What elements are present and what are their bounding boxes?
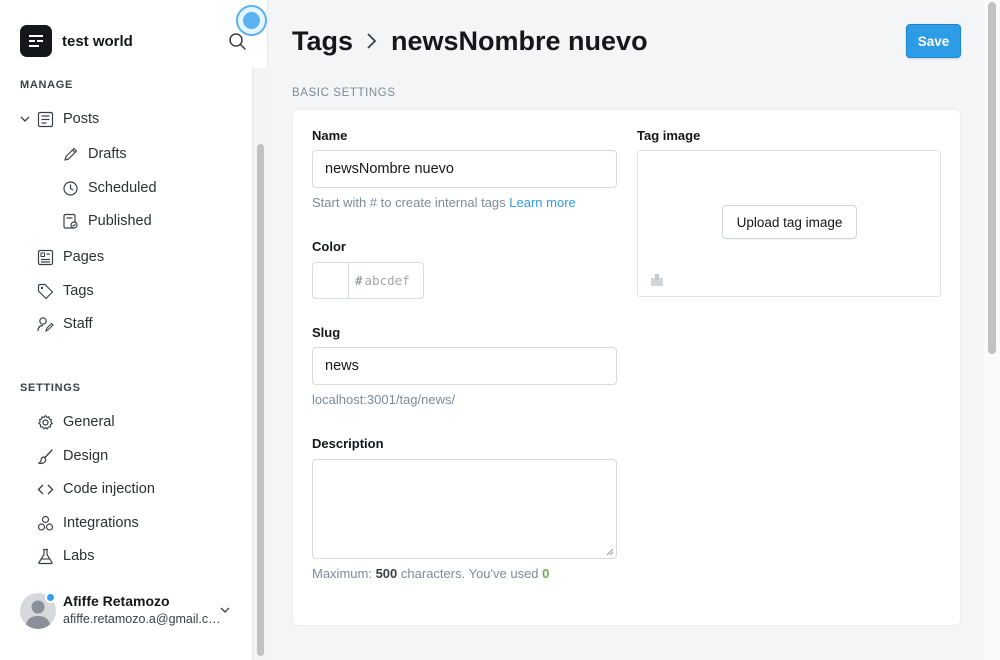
desc-used-count: 0 [542,566,550,581]
sidebar-item-code-injection[interactable]: Code injection [37,478,155,500]
breadcrumb-tags-link[interactable]: Tags [292,26,353,57]
sidebar-item-label: Design [63,448,109,464]
code-icon [37,484,54,494]
user-name: Afiffe Retamozo [63,593,170,609]
sidebar-item-labs[interactable]: Labs [37,545,94,567]
staff-icon [37,316,54,332]
name-hint-text: Start with # to create internal tags [312,195,506,210]
pages-icon [37,249,54,265]
sidebar-item-label: Code injection [63,481,155,497]
name-label: Name [312,128,348,143]
sidebar-item-label: Published [88,213,152,229]
sidebar-item-pages[interactable]: Pages [37,246,104,268]
chevron-down-icon[interactable] [219,604,231,616]
sidebar-item-scheduled[interactable]: Scheduled [62,177,157,199]
sidebar-item-label: Tags [63,283,94,299]
main-scrollbar[interactable] [984,0,1000,660]
tag-image-uploader[interactable]: Upload tag image [637,150,941,297]
page-title: newsNombre nuevo [391,25,648,56]
brush-icon [37,448,53,464]
status-dot [45,592,56,603]
desc-max: 500 [375,566,398,581]
notification-pulse [236,5,267,36]
pencil-icon [64,147,78,161]
chevron-down-icon[interactable] [19,113,31,125]
sidebar-scrollbar-thumb[interactable] [257,144,264,656]
user-menu[interactable]: Afiffe Retamozo afiffe.retamozo.a@gmail.… [20,590,240,630]
upload-tag-image-button[interactable]: Upload tag image [722,205,857,239]
chevron-right-icon [365,32,379,50]
sidebar-item-staff[interactable]: Staff [37,313,93,335]
description-label: Description [312,436,384,451]
sidebar: test world MANAGE Posts Drafts Scheduled… [0,0,268,660]
section-title: BASIC SETTINGS [292,87,396,99]
name-input-value: newsNombre nuevo [325,161,454,177]
desc-hint-mid: characters. You've used [400,566,539,581]
published-icon [63,213,78,229]
sidebar-item-integrations[interactable]: Integrations [37,512,139,534]
sidebar-item-general[interactable]: General [37,411,115,433]
sidebar-item-label: Pages [63,249,105,265]
sidebar-item-published[interactable]: Published [62,210,152,232]
clock-icon [63,180,78,196]
sidebar-item-label: Labs [63,548,95,564]
learn-more-link[interactable]: Learn more [509,195,575,210]
slug-url: localhost:3001/tag/news/ [312,392,456,407]
integrations-icon [37,515,54,531]
sidebar-item-label: Posts [63,111,100,127]
desc-hint-prefix: Maximum: [312,566,372,581]
breadcrumb: Tags newsNombre nuevo [292,24,648,58]
site-name: test world [62,32,133,50]
name-input[interactable]: newsNombre nuevo [312,150,617,188]
sidebar-item-label: Drafts [88,146,127,162]
description-hint: Maximum: 500 characters. You've used 0 [312,566,549,581]
color-hash: # [355,273,363,288]
settings-section-title: SETTINGS [20,382,81,394]
tag-icon [37,283,54,299]
site-logo-icon [20,25,52,57]
sidebar-item-label: General [63,414,115,430]
flask-icon [38,548,53,564]
slug-input[interactable]: news [312,347,617,385]
color-placeholder: abcdef [364,273,410,288]
sidebar-item-tags[interactable]: Tags [37,280,94,302]
search-icon[interactable] [228,32,248,52]
manage-section-title: MANAGE [20,79,74,91]
sidebar-item-label: Integrations [63,515,139,531]
color-input[interactable]: # abcdef [349,263,423,298]
sidebar-item-design[interactable]: Design [37,445,108,467]
color-swatch[interactable] [313,263,349,298]
user-email: afiffe.retamozo.a@gmail.com [63,612,221,626]
image-upload-icon [651,274,663,286]
sidebar-item-label: Scheduled [88,180,157,196]
color-label: Color [312,239,346,254]
slug-input-value: news [325,358,359,374]
description-textarea[interactable] [312,459,617,559]
sidebar-item-label: Staff [63,316,93,332]
save-button[interactable]: Save [906,24,961,58]
tag-image-label: Tag image [637,128,701,143]
sidebar-scrollbar[interactable] [252,68,268,660]
site-brand[interactable]: test world [20,24,133,58]
sidebar-item-posts[interactable]: Posts [37,108,99,130]
color-picker[interactable]: # abcdef [312,262,424,299]
main-scrollbar-thumb[interactable] [988,2,996,354]
name-hint: Start with # to create internal tags Lea… [312,195,576,210]
resize-handle-icon[interactable] [606,548,614,556]
slug-label: Slug [312,325,341,340]
posts-icon [37,111,54,127]
sidebar-item-drafts[interactable]: Drafts [62,143,127,165]
gear-icon [38,414,53,429]
